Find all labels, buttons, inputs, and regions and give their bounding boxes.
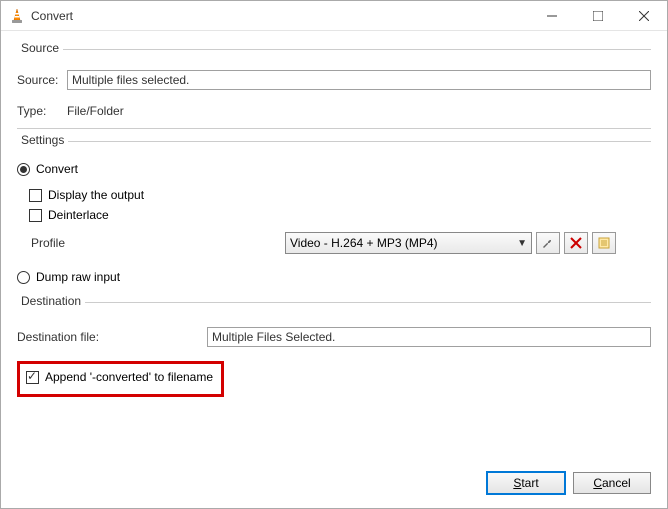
profile-select[interactable]: Video - H.264 + MP3 (MP4) ▼ — [285, 232, 532, 254]
profile-label: Profile — [17, 236, 285, 250]
type-label: Type: — [17, 104, 67, 118]
destination-group: Destination Destination file: Multiple F… — [17, 302, 651, 397]
profile-value: Video - H.264 + MP3 (MP4) — [290, 236, 438, 250]
window-title: Convert — [31, 9, 529, 23]
append-converted-label: Append '-converted' to filename — [45, 370, 213, 384]
source-label: Source: — [17, 73, 67, 87]
deinterlace-checkbox[interactable] — [29, 209, 42, 222]
delete-profile-button[interactable] — [564, 232, 588, 254]
dialog-content: Source Source: Multiple files selected. … — [1, 31, 667, 460]
deinterlace-label: Deinterlace — [48, 208, 109, 222]
convert-radio-label: Convert — [36, 162, 78, 176]
source-field[interactable]: Multiple files selected. — [67, 70, 651, 90]
minimize-button[interactable] — [529, 1, 575, 31]
cancel-button[interactable]: Cancel — [573, 472, 651, 494]
close-button[interactable] — [621, 1, 667, 31]
divider — [17, 128, 651, 129]
cancel-button-rest: ancel — [602, 476, 631, 490]
append-converted-checkbox[interactable] — [26, 371, 39, 384]
edit-profile-button[interactable] — [536, 232, 560, 254]
destination-file-field[interactable]: Multiple Files Selected. — [207, 327, 651, 347]
titlebar: Convert — [1, 1, 667, 31]
type-value: File/Folder — [67, 104, 124, 118]
maximize-button[interactable] — [575, 1, 621, 31]
settings-legend: Settings — [17, 133, 68, 147]
source-legend: Source — [17, 41, 63, 55]
window-controls — [529, 1, 667, 31]
settings-group: Settings Convert Display the output Dein… — [17, 141, 651, 290]
display-output-checkbox[interactable] — [29, 189, 42, 202]
new-profile-icon — [597, 236, 611, 250]
dialog-footer: Start Cancel — [1, 460, 667, 508]
wrench-icon — [541, 236, 555, 250]
convert-radio[interactable] — [17, 163, 30, 176]
append-highlight: Append '-converted' to filename — [17, 361, 224, 397]
dump-raw-radio[interactable] — [17, 271, 30, 284]
start-button-rest: tart — [521, 476, 538, 490]
destination-legend: Destination — [17, 294, 85, 308]
chevron-down-icon: ▼ — [517, 238, 527, 249]
new-profile-button[interactable] — [592, 232, 616, 254]
start-button[interactable]: Start — [487, 472, 565, 494]
vlc-icon — [9, 8, 25, 24]
destination-file-label: Destination file: — [17, 330, 207, 344]
dump-raw-label: Dump raw input — [36, 270, 120, 284]
x-icon — [570, 237, 582, 249]
display-output-label: Display the output — [48, 188, 144, 202]
source-group: Source Source: Multiple files selected. … — [17, 49, 651, 129]
